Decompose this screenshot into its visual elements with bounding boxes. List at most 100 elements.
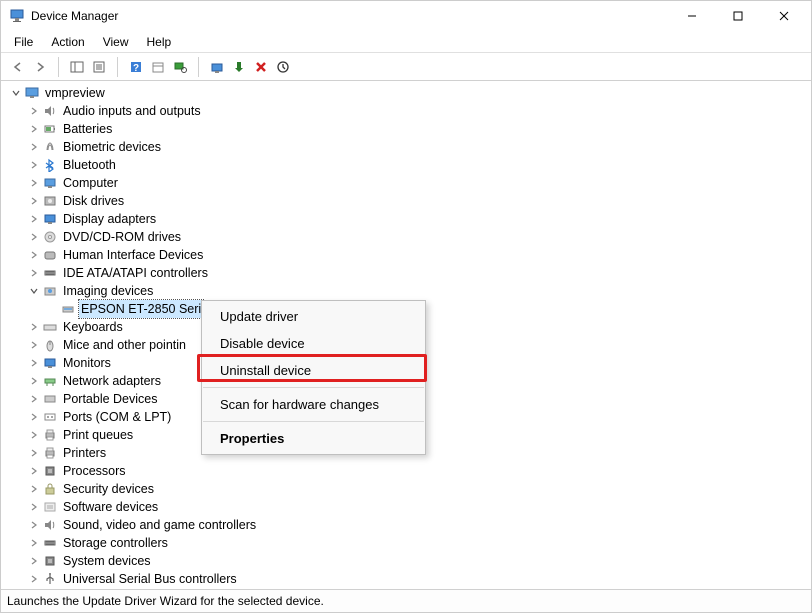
ctx-update-driver[interactable]: Update driver [202,303,425,330]
chevron-right-icon[interactable] [27,320,41,334]
device-category-icon [42,103,58,119]
device-category-icon [42,427,58,443]
tree-node-label: Sound, video and game controllers [61,516,258,534]
toolbar: ? [1,53,811,81]
ctx-disable-device[interactable]: Disable device [202,330,425,357]
properties-button[interactable] [88,56,110,78]
tree-node[interactable]: Security devices [5,480,807,498]
chevron-right-icon[interactable] [27,122,41,136]
chevron-right-icon[interactable] [27,194,41,208]
tree-node[interactable]: Biometric devices [5,138,807,156]
tree-node-label: Bluetooth [61,156,118,174]
tree-node[interactable]: Disk drives [5,192,807,210]
tree-root[interactable]: vmpreview [5,84,807,102]
chevron-right-icon[interactable] [27,374,41,388]
chevron-right-icon[interactable] [27,572,41,586]
chevron-right-icon[interactable] [27,482,41,496]
titlebar: Device Manager [1,1,811,31]
menu-file[interactable]: File [5,33,42,51]
chevron-right-icon[interactable] [27,536,41,550]
device-category-icon [42,229,58,245]
close-button[interactable] [761,1,807,31]
tree-node[interactable]: Sound, video and game controllers [5,516,807,534]
scan-hardware-button[interactable] [169,56,191,78]
chevron-right-icon[interactable] [27,428,41,442]
ctx-separator [203,387,424,388]
chevron-right-icon[interactable] [27,230,41,244]
tree-node[interactable]: DVD/CD-ROM drives [5,228,807,246]
chevron-right-icon[interactable] [27,356,41,370]
tree-node-label: Imaging devices [61,282,155,300]
tree-node[interactable]: System devices [5,552,807,570]
help-button[interactable]: ? [125,56,147,78]
chevron-right-icon[interactable] [27,212,41,226]
calendar-icon[interactable] [147,56,169,78]
tree-node-label: Universal Serial Bus controllers [61,570,239,588]
device-category-icon [42,535,58,551]
ctx-properties[interactable]: Properties [202,425,425,452]
tree-node-label: Print queues [61,426,135,444]
tree-node-label: IDE ATA/ATAPI controllers [61,264,210,282]
device-category-icon [42,355,58,371]
tree-node[interactable]: Universal Serial Bus controllers [5,570,807,588]
tree-node-label: Computer [61,174,120,192]
tree-node[interactable]: Software devices [5,498,807,516]
tree-node[interactable]: Storage controllers [5,534,807,552]
menu-view[interactable]: View [94,33,138,51]
chevron-right-icon[interactable] [27,446,41,460]
window-title: Device Manager [31,9,669,23]
chevron-right-icon[interactable] [27,518,41,532]
tree-node-label: Batteries [61,120,114,138]
tree-node-label: Network adapters [61,372,163,390]
back-button[interactable] [7,56,29,78]
tree-root-label: vmpreview [43,84,107,102]
chevron-down-icon[interactable] [27,284,41,298]
tree-node-label: Audio inputs and outputs [61,102,203,120]
maximize-button[interactable] [715,1,761,31]
tree-node[interactable]: Audio inputs and outputs [5,102,807,120]
chevron-right-icon[interactable] [27,158,41,172]
tree-node-label: Keyboards [61,318,125,336]
tree-node-label: Monitors [61,354,113,372]
chevron-right-icon[interactable] [27,338,41,352]
chevron-right-icon[interactable] [27,554,41,568]
chevron-right-icon[interactable] [27,140,41,154]
tree-node[interactable]: Imaging devices [5,282,807,300]
update-driver-button[interactable] [206,56,228,78]
tree-node[interactable]: Computer [5,174,807,192]
menu-action[interactable]: Action [42,33,93,51]
enable-device-button[interactable] [228,56,250,78]
tree-node[interactable]: Batteries [5,120,807,138]
chevron-right-icon[interactable] [27,266,41,280]
minimize-button[interactable] [669,1,715,31]
show-hide-console-button[interactable] [66,56,88,78]
tree-node[interactable]: Processors [5,462,807,480]
device-category-icon [42,211,58,227]
menu-help[interactable]: Help [138,33,181,51]
chevron-right-icon[interactable] [27,248,41,262]
chevron-right-icon[interactable] [27,104,41,118]
device-tree-panel: vmpreview Audio inputs and outputsBatter… [1,81,811,589]
chevron-right-icon[interactable] [27,392,41,406]
disable-device-button[interactable] [272,56,294,78]
tree-node-label: System devices [61,552,153,570]
ctx-uninstall-device[interactable]: Uninstall device [202,357,425,384]
chevron-right-icon[interactable] [27,410,41,424]
device-category-icon [42,481,58,497]
chevron-down-icon[interactable] [9,86,23,100]
tree-node-label: Portable Devices [61,390,160,408]
tree-node[interactable]: IDE ATA/ATAPI controllers [5,264,807,282]
chevron-right-icon[interactable] [27,464,41,478]
device-category-icon [42,247,58,263]
tree-node[interactable]: Display adapters [5,210,807,228]
tree-node-label: Mice and other pointin [61,336,188,354]
ctx-scan-hardware[interactable]: Scan for hardware changes [202,391,425,418]
chevron-right-icon[interactable] [27,500,41,514]
device-category-icon [42,553,58,569]
chevron-right-icon[interactable] [27,176,41,190]
forward-button[interactable] [29,56,51,78]
statusbar: Launches the Update Driver Wizard for th… [1,589,811,612]
tree-node[interactable]: Bluetooth [5,156,807,174]
tree-node[interactable]: Human Interface Devices [5,246,807,264]
uninstall-button[interactable] [250,56,272,78]
